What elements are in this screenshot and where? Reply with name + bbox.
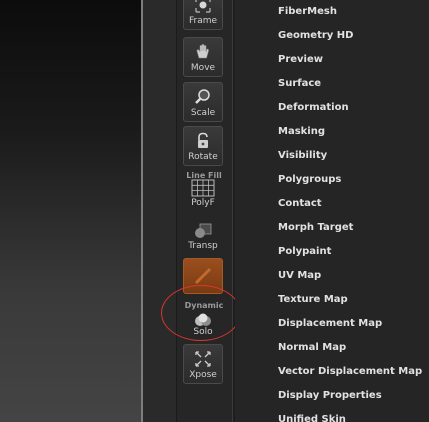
panel-gap	[143, 0, 176, 422]
menu-item-polypaint[interactable]: Polypaint	[278, 242, 331, 262]
transp-label: Transp	[188, 241, 218, 251]
move-button[interactable]: Move	[183, 37, 223, 77]
transp-icon	[184, 222, 222, 242]
menu-item-morph-target[interactable]: Morph Target	[278, 218, 353, 238]
rotate-lock-icon	[184, 131, 222, 151]
rotate-label: Rotate	[188, 152, 218, 162]
xpose-label: Xpose	[189, 370, 217, 380]
polyf-label: PolyF	[191, 198, 215, 208]
tool-subpalette-menu	[235, 0, 429, 422]
menu-item-preview[interactable]: Preview	[278, 50, 323, 70]
scale-label: Scale	[190, 108, 216, 118]
menu-item-geometry-hd[interactable]: Geometry HD	[278, 26, 353, 46]
rotate-button[interactable]: Rotate	[183, 126, 223, 166]
menu-item-visibility[interactable]: Visibility	[278, 146, 327, 166]
menu-item-displacement-map[interactable]: Displacement Map	[278, 314, 382, 334]
frame-button[interactable]: Frame	[183, 0, 223, 30]
menu-item-masking[interactable]: Masking	[278, 122, 325, 142]
transp-button[interactable]: Transp	[183, 215, 223, 255]
menu-item-surface[interactable]: Surface	[278, 74, 321, 94]
menu-item-deformation[interactable]: Deformation	[278, 98, 349, 118]
menu-item-unified-skin[interactable]: Unified Skin	[278, 410, 346, 422]
ghost-icon	[184, 265, 222, 285]
move-label: Move	[190, 63, 216, 73]
menu-item-contact[interactable]: Contact	[278, 194, 322, 214]
frame-label: Frame	[188, 16, 218, 26]
xpose-arrows-icon	[184, 349, 222, 369]
polyframe-grid-icon	[184, 179, 222, 199]
highlight-annotation-circle	[161, 285, 241, 341]
polyf-button[interactable]: PolyF	[183, 172, 223, 212]
move-hand-icon	[184, 42, 222, 62]
menu-item-texture-map[interactable]: Texture Map	[278, 290, 348, 310]
scale-button[interactable]: Scale	[183, 82, 223, 122]
menu-item-polygroups[interactable]: Polygroups	[278, 170, 341, 190]
canvas-viewport[interactable]	[0, 0, 142, 422]
menu-item-display-properties[interactable]: Display Properties	[278, 386, 382, 406]
menu-item-fibermesh[interactable]: FiberMesh	[278, 2, 337, 22]
menu-item-uv-map[interactable]: UV Map	[278, 266, 321, 286]
menu-item-normal-map[interactable]: Normal Map	[278, 338, 346, 358]
scale-magnifier-icon	[184, 87, 222, 107]
xpose-button[interactable]: Xpose	[183, 344, 223, 384]
frame-icon	[184, 0, 222, 15]
menu-item-vector-displacement-map[interactable]: Vector Displacement Map	[278, 362, 422, 382]
